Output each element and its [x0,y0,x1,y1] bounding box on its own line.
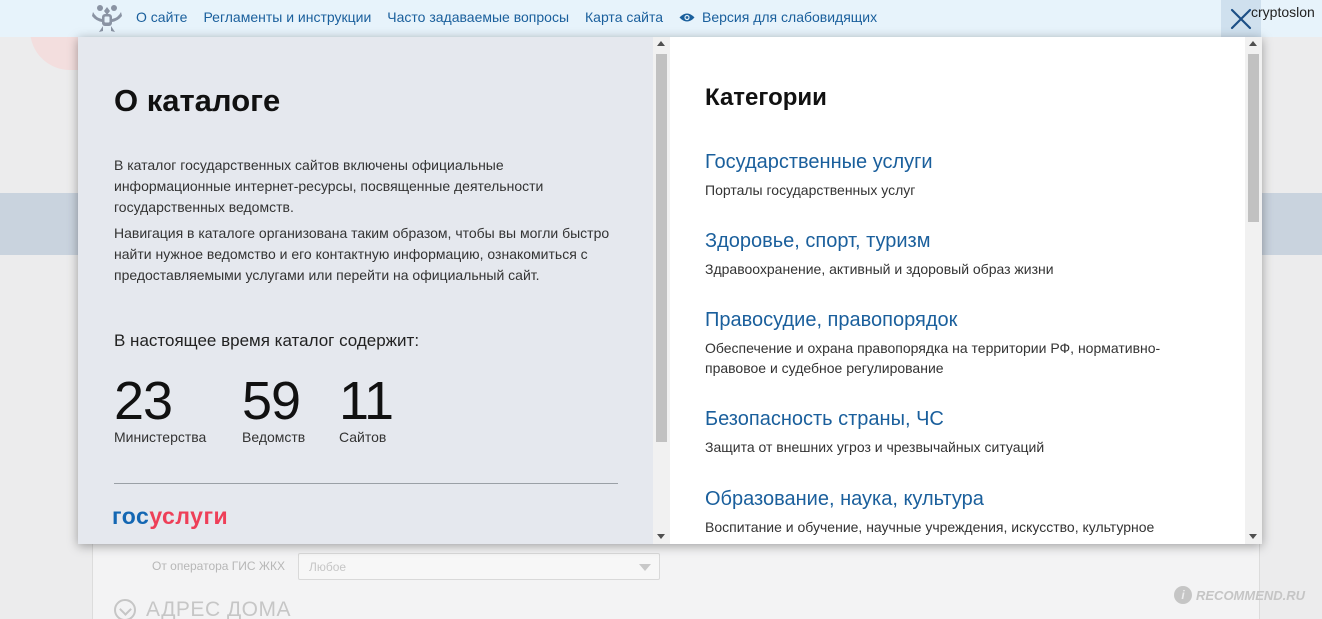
background-filter-value: Любое [309,560,347,574]
stat-ministries: 23 Министерства [114,373,206,445]
category-item: Безопасность страны, ЧС Защита от внешни… [705,408,1215,457]
background-filter-select: Любое [298,553,660,580]
category-link[interactable]: Правосудие, правопорядок [705,309,1215,332]
background-filter-label: От оператора ГИС ЖКХ [152,559,286,573]
stat-label: Ведомств [242,429,306,445]
watermark: i RECOMMEND.RU [1174,586,1305,604]
nav-link-regulations[interactable]: Регламенты и инструкции [203,9,371,25]
category-description: Воспитание и обучение, научные учреждени… [705,519,1155,535]
top-navigation-bar: О сайте Регламенты и инструкции Часто за… [0,0,1322,37]
divider [114,483,618,484]
chevron-circle-icon [114,599,136,619]
category-link[interactable]: Здоровье, спорт, туризм [705,230,1215,253]
category-description: Обеспечение и охрана правопорядка на тер… [705,340,1161,376]
stat-sites: 11 Сайтов [339,371,394,445]
category-item: Государственные услуги Порталы государст… [705,151,1215,200]
catalog-modal: О каталоге В каталог государственных сай… [78,37,1262,544]
nav-link-faq[interactable]: Часто задаваемые вопросы [387,9,569,25]
gosuslugi-logo-part: услуги [149,503,229,529]
categories-title: Категории [705,84,827,111]
right-scrollbar-thumb[interactable] [1248,54,1259,222]
category-description: Здравоохранение, активный и здоровый обр… [705,261,1054,277]
category-link[interactable]: Образование, наука, культура [705,488,1215,511]
about-catalog-paragraph: Навигация в каталоге организована таким … [114,225,610,283]
category-item: Здоровье, спорт, туризм Здравоохранение,… [705,230,1215,279]
category-description: Защита от внешних угроз и чрезвычайных с… [705,439,1045,455]
coat-of-arms-icon[interactable] [90,2,124,34]
left-scrollbar-thumb[interactable] [656,54,667,442]
about-catalog-description: В каталог государственных сайтов включен… [114,155,614,286]
catalog-count-heading: В настоящее время каталог содержит: [114,331,420,350]
background-address-section: АДРЕС ДОМА [114,598,291,619]
stat-label: Сайтов [339,429,387,445]
scroll-up-arrow-icon[interactable] [657,41,665,46]
about-catalog-title: О каталоге [114,83,281,118]
stat-value: 23 [114,371,173,431]
gosuslugi-logo[interactable]: госуслуги [112,503,228,530]
background-address-heading: АДРЕС ДОМА [146,598,291,619]
nav-link-about[interactable]: О сайте [136,9,187,25]
left-scrollbar[interactable] [653,37,670,544]
chevron-down-icon [639,564,651,571]
right-scrollbar[interactable] [1245,37,1262,544]
watermark-text: RECOMMEND.RU [1196,587,1306,603]
scroll-up-arrow-icon[interactable] [1249,41,1257,46]
top-nav: О сайте Регламенты и инструкции Часто за… [136,9,877,25]
username[interactable]: cryptoslon [1251,4,1315,20]
category-item: Правосудие, правопорядок Обеспечение и о… [705,309,1215,378]
stat-label: Министерства [114,429,207,445]
stat-agencies: 59 Ведомств [242,373,305,445]
close-icon [1230,8,1252,29]
category-item: Образование, наука, культура Воспитание … [705,488,1215,537]
scroll-down-arrow-icon[interactable] [657,534,665,539]
category-link[interactable]: Безопасность страны, ЧС [705,408,1215,431]
about-catalog-panel: О каталоге В каталог государственных сай… [78,37,653,544]
eye-icon [679,13,695,21]
scroll-down-arrow-icon[interactable] [1249,534,1257,539]
stat-value: 59 [242,371,301,431]
gosuslugi-logo-part: гос [112,503,150,529]
watermark-icon: i [1174,586,1192,604]
category-description: Порталы государственных услуг [705,182,916,198]
nav-link-accessibility[interactable]: Версия для слабовидящих [679,9,877,25]
nav-link-accessibility-label: Версия для слабовидящих [702,9,878,25]
about-catalog-paragraph: В каталог государственных сайтов включен… [114,157,544,215]
categories-panel: Категории Государственные услуги Порталы… [670,37,1245,544]
stat-value: 11 [339,371,394,431]
category-link[interactable]: Государственные услуги [705,151,1215,174]
nav-link-sitemap[interactable]: Карта сайта [585,9,663,25]
